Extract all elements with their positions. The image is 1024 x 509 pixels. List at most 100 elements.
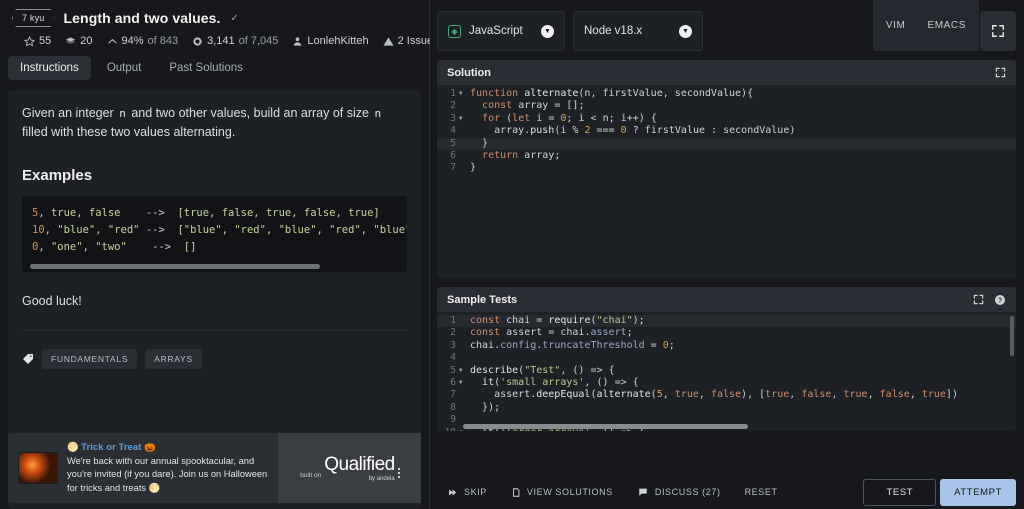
line-number: 3 [450,339,456,351]
fold-arrow-icon[interactable] [459,402,467,414]
ad-body: 🌕 Trick or Treat 🎃 We're back with our a… [67,441,268,495]
solution-panel-title: Solution [447,66,491,79]
stat-completion: 94% of 843 [107,35,179,47]
tests-horizontal-scrollbar[interactable] [463,424,748,429]
example-line: 5, true, false --> [true, false, true, f… [32,205,397,222]
fold-arrow-icon[interactable] [459,352,467,364]
brand-by: by andela [368,475,395,482]
tag-arrays[interactable]: ARRAYS [145,348,202,369]
ad-description: We're back with our annual spooktacular,… [67,455,268,493]
chevron-down-icon[interactable]: ▼ [679,24,692,38]
sample-tests-panel-title: Sample Tests [447,293,518,306]
moon-emoji-icon: 🌕 [67,441,79,452]
code-line[interactable]: 4 array.push(i % 2 === 0 ? firstValue : … [437,125,1016,137]
code-line[interactable]: 5 ▼ describe("Test", () => { [437,365,1016,377]
expand-icon[interactable] [973,294,984,305]
sample-tests-code-editor[interactable]: 1 const chai = require("chai"); 2 const ass… [437,312,1016,431]
stat-completion-pct: 94% [121,35,144,47]
line-number: 9 [450,414,456,426]
line-number: 5 [450,137,456,149]
code-line[interactable]: 6 ▼ it('small arrays', () => { [437,377,1016,389]
document-icon [511,487,521,498]
code-text: const chai = require("chai"); [470,315,645,326]
expand-icon[interactable] [995,67,1006,78]
emacs-mode-button[interactable]: EMACS [916,20,977,31]
code-line[interactable]: 3 chai.config.truncateThreshold = 0; [437,340,1016,352]
sample-tests-panel-header: Sample Tests ? [437,287,1016,312]
tab-instructions[interactable]: Instructions [8,56,91,80]
fold-arrow-icon[interactable]: ▼ [459,365,467,377]
reset-button[interactable]: RESET [735,480,788,504]
fold-arrow-icon[interactable]: ▼ [459,88,467,100]
fold-arrow-icon[interactable] [459,138,467,150]
kata-stats: 55 20 94% of 843 3,141 of 7,045 LonlehKi… [12,27,487,47]
code-text: const array = []; [482,100,585,112]
code-line[interactable]: 1 ▼ function alternate(n, firstValue, seco… [437,88,1016,100]
chevron-down-icon[interactable]: ▼ [541,24,554,38]
skip-button[interactable]: SKIP [437,480,497,504]
code-line[interactable]: 5 } [437,137,1016,150]
code-line[interactable]: 3 ▼ for (let i = 0; i < n; i++) { [437,113,1016,125]
user-icon [292,36,303,47]
fold-arrow-icon[interactable] [459,150,467,162]
fold-arrow-icon[interactable] [459,340,467,352]
attempt-button[interactable]: ATTEMPT [940,478,1016,506]
runtime-select[interactable]: Node v18.x ▼ [573,11,703,51]
fullscreen-button[interactable] [980,11,1016,51]
advertisement-banner[interactable]: 🌕 Trick or Treat 🎃 We're back with our a… [8,433,421,503]
stat-solved-of: of 7,045 [238,35,279,47]
tab-output[interactable]: Output [95,56,154,80]
left-tabs: Instructions Output Past Solutions [0,47,429,80]
language-select[interactable]: ◆ JavaScript ▼ [437,11,565,51]
examples-horizontal-scrollbar[interactable] [30,263,320,269]
view-solutions-button[interactable]: VIEW SOLUTIONS [501,480,623,505]
code-line[interactable]: 2 const assert = chai.assert; [437,327,1016,339]
code-line[interactable]: 8 }); [437,402,1016,414]
brand-dots-icon [397,467,400,478]
tag-fundamentals[interactable]: FUNDAMENTALS [42,348,138,369]
skip-label: SKIP [464,487,487,497]
chevron-down-icon[interactable]: ✓ [231,13,239,24]
ad-content[interactable]: 🌕 Trick or Treat 🎃 We're back with our a… [8,433,278,503]
fold-arrow-icon[interactable]: ▼ [459,377,467,389]
solution-code-editor[interactable]: 1 ▼ function alternate(n, firstValue, seco… [437,85,1016,278]
ad-brand: built on Qualified by andela [278,433,421,503]
fold-arrow-icon[interactable] [459,100,467,112]
tests-vertical-scrollbar[interactable] [1010,316,1014,356]
code-line[interactable]: 6 return array; [437,150,1016,162]
code-line[interactable]: 2 const array = []; [437,100,1016,112]
line-number: 7 [450,389,456,401]
ghost-emoji-icon: 🎃 [144,441,156,452]
code-line[interactable]: 7} [437,162,1016,174]
editor-keybinding-group: VIM EMACS [872,0,979,51]
code-text: describe("Test", () => { [470,364,615,376]
discuss-button[interactable]: DISCUSS (27) [627,480,731,504]
fold-arrow-icon[interactable] [459,162,467,174]
fold-arrow-icon[interactable] [459,125,467,137]
ad-title[interactable]: Trick or Treat [81,442,141,453]
fold-arrow-icon[interactable] [459,315,467,327]
stat-solved-value: 3,141 [207,35,235,47]
right-panel: ◆ JavaScript ▼ Node v18.x ▼ VIM EMACS So… [430,0,1023,509]
example-output: [] [183,240,197,253]
vim-mode-button[interactable]: VIM [875,20,917,31]
fold-arrow-icon[interactable]: ▼ [459,113,467,125]
kyu-rank-badge: 7 kyu [12,9,55,27]
stat-author[interactable]: LonlehKitteh [292,35,369,47]
stat-completion-of: of 843 [147,35,179,47]
fold-arrow-icon[interactable] [459,327,467,339]
stat-solved: 3,141 of 7,045 [192,35,278,47]
line-number: 1 [450,315,456,326]
fold-arrow-icon[interactable] [459,389,467,401]
example-output: ["blue", "red", "blue", "red", "blue", "… [177,223,407,236]
code-line[interactable]: 4 [437,352,1016,364]
test-button[interactable]: TEST [863,478,937,506]
qualified-logo: built on Qualified by andela [300,455,400,482]
code-line[interactable]: 1 const chai = require("chai"); [437,315,1016,328]
tab-past-solutions[interactable]: Past Solutions [157,56,255,80]
code-line[interactable]: 7 assert.deepEqual(alternate(5, true, fa… [437,389,1016,401]
runtime-select-value: Node v18.x [584,25,643,37]
help-icon[interactable]: ? [994,294,1006,306]
brand-built-on: built on [300,471,322,479]
line-number: 6 [450,149,456,161]
